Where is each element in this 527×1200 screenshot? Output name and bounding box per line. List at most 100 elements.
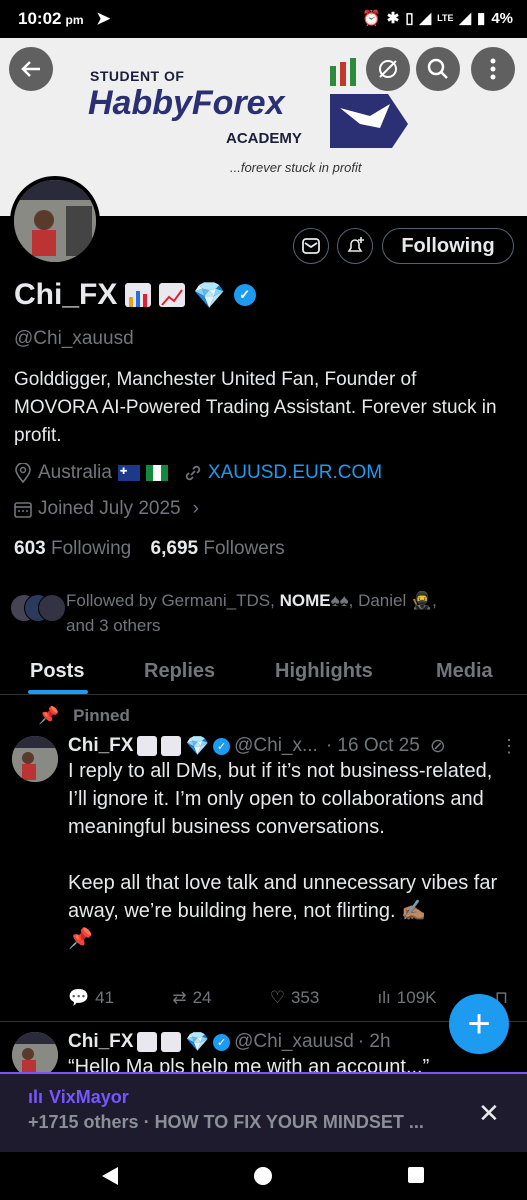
back-button[interactable]	[9, 47, 53, 91]
nav-recents-icon[interactable]	[407, 1166, 425, 1184]
reply-button[interactable]: 💬 41	[68, 988, 114, 1008]
joined-row[interactable]: Joined July 2025 ›	[14, 498, 199, 520]
like-button[interactable]: ♡ 353	[270, 988, 320, 1008]
mail-icon	[302, 238, 320, 254]
profile-name-row: Chi_FX 💎 ✓	[14, 278, 256, 312]
tweet-text-p2: Keep all that love talk and unnecessary …	[68, 872, 498, 922]
tweet-avatar[interactable]	[12, 736, 58, 782]
profile-handle: @Chi_xauusd	[14, 328, 134, 349]
verified-badge-icon: ✓	[213, 737, 231, 755]
followed-by-avatars	[10, 594, 66, 622]
diamond-emoji-icon: 💎	[185, 736, 210, 757]
tweet-time: · 16 Oct 25	[325, 735, 420, 756]
close-space-button[interactable]: ✕	[478, 1098, 500, 1129]
pinned-label: Pinned	[73, 706, 130, 725]
tweet-more-icon[interactable]: ⋮	[500, 736, 518, 757]
tab-posts[interactable]: Posts	[30, 660, 84, 683]
tweet-body: I reply to all DMs, but if it’s not busi…	[68, 757, 508, 953]
grok-icon[interactable]: ⊘	[430, 735, 446, 758]
more-button[interactable]	[471, 47, 515, 91]
tweet-author-name[interactable]: Chi_FX	[68, 735, 133, 757]
close-icon: ✕	[478, 1098, 500, 1128]
status-icons: ⏰ ✱ ▯ ◢ LTE ◢ ▮ 4%	[362, 9, 513, 28]
chart-up-emoji-icon	[161, 736, 182, 756]
reply-icon: 💬	[68, 988, 90, 1007]
writing-hand-emoji-icon: ✍🏽	[401, 900, 427, 922]
bar-chart-emoji-icon	[137, 1032, 158, 1052]
tweet-author-name[interactable]: Chi_FX	[68, 1031, 133, 1053]
chart-up-emoji-icon	[161, 1032, 182, 1052]
tweet-time: · 2h	[357, 1031, 391, 1052]
diamond-emoji-icon: 💎	[193, 279, 226, 310]
space-host: VixMayor	[49, 1087, 129, 1107]
plus-icon: +	[467, 1001, 491, 1046]
tab-media[interactable]: Media	[436, 660, 493, 683]
heart-icon: ♡	[269, 988, 285, 1007]
telegram-icon: ➤	[96, 9, 111, 28]
tweet-text: “Hello Ma pls help me with an account...…	[68, 1056, 430, 1073]
message-button[interactable]	[293, 228, 329, 264]
retweet-icon: ⇄	[172, 988, 187, 1007]
alarm-icon: ⏰	[362, 10, 381, 27]
search-icon	[427, 58, 448, 79]
audio-wave-icon: ılı	[28, 1087, 44, 1107]
following-button[interactable]: Following	[382, 228, 514, 264]
divider	[0, 1021, 527, 1022]
spade-icon: ♠♠	[330, 591, 349, 610]
tweet-header: Chi_FX 💎 ✓ @Chi_xauusd · 2h	[68, 1030, 391, 1054]
following-count-link[interactable]: 603 Following	[14, 538, 131, 559]
network-label: LTE	[437, 13, 454, 23]
banner-line3: ACADEMY	[226, 130, 302, 147]
notifications-button[interactable]	[337, 228, 373, 264]
tweet-header: Chi_FX 💎 ✓ @Chi_x... · 16 Oct 25 ⊘	[68, 734, 446, 758]
verified-badge-icon: ✓	[233, 284, 256, 306]
australia-flag-icon: ✚	[117, 465, 140, 481]
profile-link[interactable]: XAUUSD.EUR.COM	[208, 462, 382, 484]
retweet-button[interactable]: ⇄ 24	[172, 988, 211, 1008]
profile-meta-row: Australia ✚ XAUUSD.EUR.COM	[14, 462, 382, 484]
tab-replies[interactable]: Replies	[144, 660, 215, 683]
compose-button[interactable]: +	[449, 994, 509, 1054]
views-icon: ılı	[377, 988, 391, 1007]
tweet-author-handle: @Chi_x...	[234, 735, 318, 756]
banner-tagline: ...forever stuck in profit	[230, 160, 362, 175]
views-button[interactable]: ılı 109K	[378, 988, 437, 1008]
nav-back-icon[interactable]	[101, 1166, 119, 1186]
followers-count-link[interactable]: 6,695 Followers	[151, 538, 285, 559]
status-time: 10:02 pm ➤	[18, 9, 111, 28]
grok-button[interactable]	[366, 47, 410, 91]
battery-icon: ▮	[477, 10, 486, 27]
space-subtitle: +1715 others · HOW TO FIX YOUR MINDSET .…	[28, 1112, 424, 1132]
status-bar: 10:02 pm ➤ ⏰ ✱ ▯ ◢ LTE ◢ ▮ 4%	[0, 0, 527, 38]
avatar-image	[14, 180, 96, 262]
live-space-bar[interactable]: ılı VixMayor +1715 others · HOW TO FIX Y…	[0, 1072, 527, 1154]
pinned-label-row: 📌 Pinned	[38, 706, 130, 726]
arrow-left-icon	[21, 61, 40, 77]
tweet-author-handle: @Chi_xauusd	[234, 1031, 354, 1052]
nigeria-flag-icon	[145, 465, 168, 481]
diamond-emoji-icon: 💎	[185, 1032, 210, 1053]
banner-line2: HabbyForex	[88, 84, 285, 122]
ninja-emoji-icon: 🥷	[411, 591, 433, 610]
bar-chart-emoji-icon	[125, 283, 152, 307]
bluetooth-icon: ✱	[386, 10, 400, 27]
profile-tabs: Posts Replies Highlights Media	[0, 652, 527, 695]
banner-line1: STUDENT OF	[90, 68, 185, 84]
vibrate-icon: ▯	[405, 10, 414, 27]
chevron-right-icon: ›	[192, 498, 199, 519]
search-button[interactable]	[416, 47, 460, 91]
follower-avatar	[38, 594, 66, 622]
pin-emoji-icon: 📌	[68, 928, 93, 950]
nav-home-icon[interactable]	[253, 1166, 273, 1186]
location-icon	[15, 463, 31, 483]
calendar-icon	[14, 502, 32, 518]
profile-location: Australia	[38, 462, 112, 483]
bar-chart-emoji-icon	[137, 736, 158, 756]
system-nav-bar	[0, 1152, 527, 1200]
verified-badge-icon: ✓	[213, 1033, 231, 1051]
tab-highlights[interactable]: Highlights	[275, 660, 373, 683]
followed-by-text[interactable]: Followed by Germani_TDS, NOME♠♠, Daniel …	[66, 588, 521, 638]
follow-counts: 603 Following 6,695 Followers	[14, 538, 285, 560]
battery-level: 4%	[491, 9, 513, 27]
profile-avatar[interactable]	[10, 176, 100, 266]
